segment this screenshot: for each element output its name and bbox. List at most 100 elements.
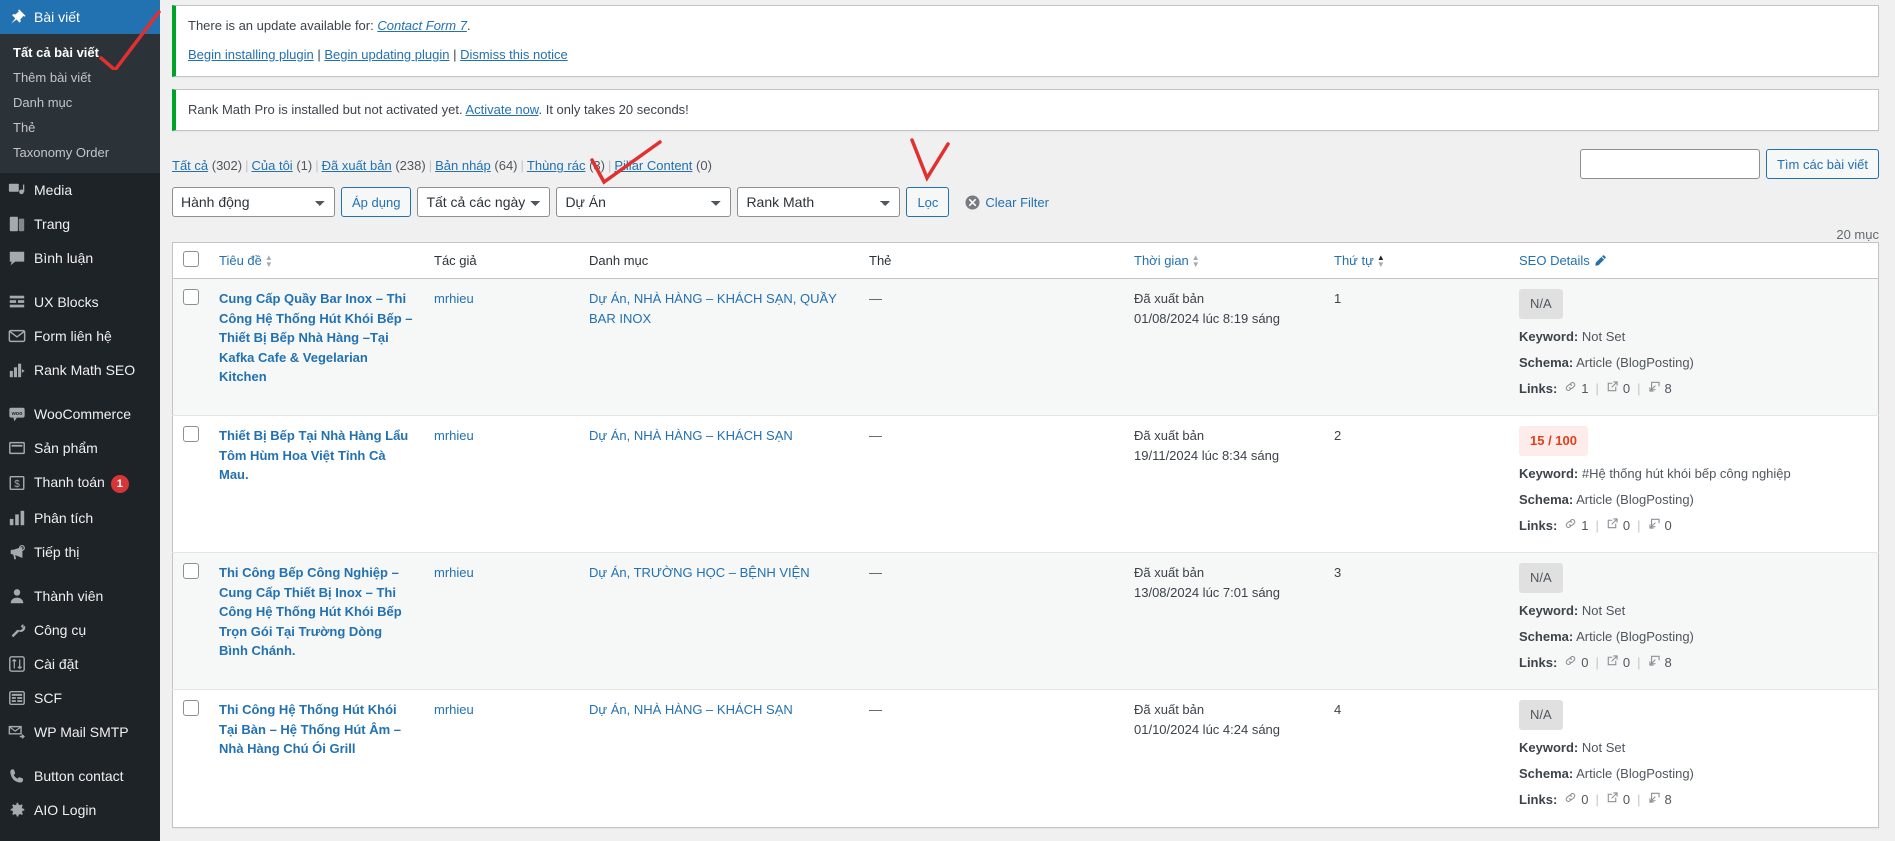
seo-schema-line: Schema: Article (BlogPosting)	[1519, 765, 1694, 781]
status-divider: |	[315, 158, 319, 174]
category-filter-select[interactable]: Dự Án	[556, 187, 732, 218]
sidebar-item-8[interactable]: Sản phẩm	[0, 431, 160, 465]
search-input[interactable]	[1579, 149, 1760, 180]
status-link-label[interactable]: Tất cả	[172, 158, 208, 173]
sidebar-item-11[interactable]: Tiếp thị	[0, 535, 160, 569]
seo-keyword-line: Keyword: Not Set	[1519, 328, 1626, 344]
sidebar-item-14[interactable]: Cài đặt	[0, 647, 160, 681]
post-category-link[interactable]: Dự Án, NHÀ HÀNG – KHÁCH SẠN, QUẦY BAR IN…	[589, 291, 837, 326]
status-link-3[interactable]: | Bản nháp (64)	[426, 153, 518, 179]
seo-filter-select[interactable]: Rank Math	[737, 187, 901, 218]
apply-bulk-action-button[interactable]: Áp dụng	[341, 187, 412, 218]
sidebar-item-2[interactable]: Trang	[0, 207, 160, 241]
sidebar-item-7[interactable]: woo WooCommerce	[0, 397, 160, 431]
row-checkbox[interactable]	[183, 563, 199, 580]
post-tags-cell: —	[859, 278, 1124, 416]
sidebar-item-0[interactable]: Bài viết	[0, 0, 160, 34]
post-tags-cell: —	[859, 552, 1124, 690]
submenu-item-4[interactable]: Taxonomy Order	[0, 140, 160, 165]
status-link-label[interactable]: Đã xuất bản	[322, 158, 392, 173]
post-categories-cell: Dự Án, NHÀ HÀNG – KHÁCH SẠN, QUẦY BAR IN…	[579, 278, 859, 416]
post-title-link[interactable]: Thi Công Hệ Thống Hút Khói Tại Bàn – Hệ …	[219, 702, 401, 756]
begin-installing-plugin-link[interactable]: Begin installing plugin	[188, 47, 314, 62]
bulk-action-select[interactable]: Hành động	[172, 187, 335, 218]
sidebar-item-4[interactable]: UX Blocks	[0, 285, 160, 319]
column-header-title: Tiêu đề ▲ ▼	[209, 242, 424, 280]
sidebar-item-17[interactable]: Button contact	[0, 759, 160, 793]
status-link-0[interactable]: Tất cả (302)	[172, 153, 242, 179]
post-title-link[interactable]: Thiết Bị Bếp Tại Nhà Hàng Lẩu Tôm Hùm Ho…	[219, 428, 408, 482]
contact-form-7-link[interactable]: Contact Form 7	[377, 18, 467, 33]
search-posts-button[interactable]: Tìm các bài viết	[1765, 149, 1879, 180]
notice-contact-form-7: There is an update available for: Contac…	[172, 5, 1879, 77]
sidebar-item-10[interactable]: Phân tích	[0, 501, 160, 535]
filter-button[interactable]: Lọc	[906, 187, 950, 218]
incoming-link-icon	[1648, 791, 1661, 810]
sidebar-item-label: Bình luận	[34, 250, 94, 266]
post-category-link[interactable]: Dự Án, NHÀ HÀNG – KHÁCH SẠN	[589, 702, 793, 717]
pin-icon	[0, 8, 34, 26]
submenu-item-0[interactable]: Tất cả bài viết	[0, 40, 160, 65]
sidebar-item-label: Sản phẩm	[34, 440, 98, 456]
seo-details-header-link[interactable]: SEO Details	[1519, 253, 1607, 268]
sidebar-item-12[interactable]: Thành viên	[0, 579, 160, 613]
scf-icon	[0, 689, 34, 707]
sort-by-order[interactable]: Thứ tự ▲ ▼	[1334, 253, 1385, 268]
sort-by-title[interactable]: Tiêu đề ▲ ▼	[219, 253, 273, 268]
status-link-4[interactable]: | Thùng rác (3)	[518, 153, 605, 179]
table-row: Thiết Bị Bếp Tại Nhà Hàng Lẩu Tôm Hùm Ho…	[172, 415, 1879, 553]
status-link-2[interactable]: | Đã xuất bản (238)	[312, 153, 425, 179]
sidebar-item-3[interactable]: Bình luận	[0, 241, 160, 275]
date-filter-select[interactable]: Tất cả các ngày	[417, 187, 551, 218]
notice-actions: Begin installing plugin | Begin updating…	[188, 46, 568, 62]
sort-by-date[interactable]: Thời gian ▲ ▼	[1134, 253, 1200, 268]
sidebar-item-6[interactable]: Rank Math SEO	[0, 353, 160, 387]
post-order-cell: 1	[1324, 278, 1509, 416]
column-label-category: Danh mục	[589, 253, 649, 269]
post-author-link[interactable]: mrhieu	[434, 291, 474, 306]
sidebar-item-13[interactable]: Công cụ	[0, 613, 160, 647]
sidebar-item-18[interactable]: AIO Login	[0, 793, 160, 827]
sidebar-item-label: SCF	[34, 690, 62, 706]
submenu-item-3[interactable]: Thẻ	[0, 115, 160, 140]
sidebar-item-9[interactable]: $ Thanh toán 1	[0, 465, 160, 501]
sidebar-item-5[interactable]: Form liên hệ	[0, 319, 160, 353]
clear-filter-link[interactable]: Clear Filter	[965, 195, 1049, 210]
status-link-5[interactable]: | Pillar Content (0)	[605, 153, 712, 179]
status-link-label[interactable]: Thùng rác	[527, 158, 586, 173]
column-label-author: Tác giả	[434, 253, 477, 269]
sidebar-item-label: WooCommerce	[34, 406, 131, 422]
submenu-item-1[interactable]: Thêm bài viết	[0, 65, 160, 90]
sidebar-item-label: Thanh toán 1	[34, 473, 160, 493]
sidebar-item-1[interactable]: Media	[0, 173, 160, 207]
post-seo-cell: N/A Keyword: Not Set Schema: Article (Blog…	[1509, 689, 1879, 828]
notice-text: Rank Math Pro is installed but not activ…	[188, 100, 1866, 121]
row-checkbox[interactable]	[183, 426, 199, 443]
column-header-seo: SEO Details	[1509, 242, 1879, 280]
internal-link-icon	[1564, 654, 1577, 673]
post-date-cell: Đã xuất bản 19/11/2024 lúc 8:34 sáng	[1124, 415, 1324, 553]
pencil-icon[interactable]	[1593, 254, 1607, 268]
gear-icon	[0, 801, 34, 819]
post-title-link[interactable]: Cung Cấp Quầy Bar Inox – Thi Công Hệ Thố…	[219, 291, 413, 384]
post-categories-cell: Dự Án, NHÀ HÀNG – KHÁCH SẠN	[579, 415, 859, 553]
post-title-link[interactable]: Thi Công Bếp Công Nghiệp – Cung Cấp Thiế…	[219, 565, 402, 658]
status-link-1[interactable]: | Của tôi (1)	[242, 153, 312, 179]
post-category-link[interactable]: Dự Án, NHÀ HÀNG – KHÁCH SẠN	[589, 428, 793, 443]
status-link-label[interactable]: Pillar Content	[614, 158, 692, 173]
begin-updating-plugin-link[interactable]: Begin updating plugin	[324, 47, 449, 62]
post-author-link[interactable]: mrhieu	[434, 565, 474, 580]
activate-now-link[interactable]: Activate now	[465, 102, 538, 117]
select-all-checkbox[interactable]	[183, 251, 199, 268]
status-link-label[interactable]: Của tôi	[252, 158, 293, 173]
sidebar-item-15[interactable]: SCF	[0, 681, 160, 715]
sidebar-item-16[interactable]: WP Mail SMTP	[0, 715, 160, 749]
dismiss-this-notice-link[interactable]: Dismiss this notice	[460, 47, 568, 62]
row-checkbox[interactable]	[183, 289, 199, 306]
post-author-link[interactable]: mrhieu	[434, 702, 474, 717]
row-checkbox[interactable]	[183, 700, 199, 717]
post-author-link[interactable]: mrhieu	[434, 428, 474, 443]
post-category-link[interactable]: Dự Án, TRƯỜNG HỌC – BỆNH VIỆN	[589, 565, 810, 580]
status-link-label[interactable]: Bản nháp	[435, 158, 491, 173]
submenu-item-2[interactable]: Danh mục	[0, 90, 160, 115]
